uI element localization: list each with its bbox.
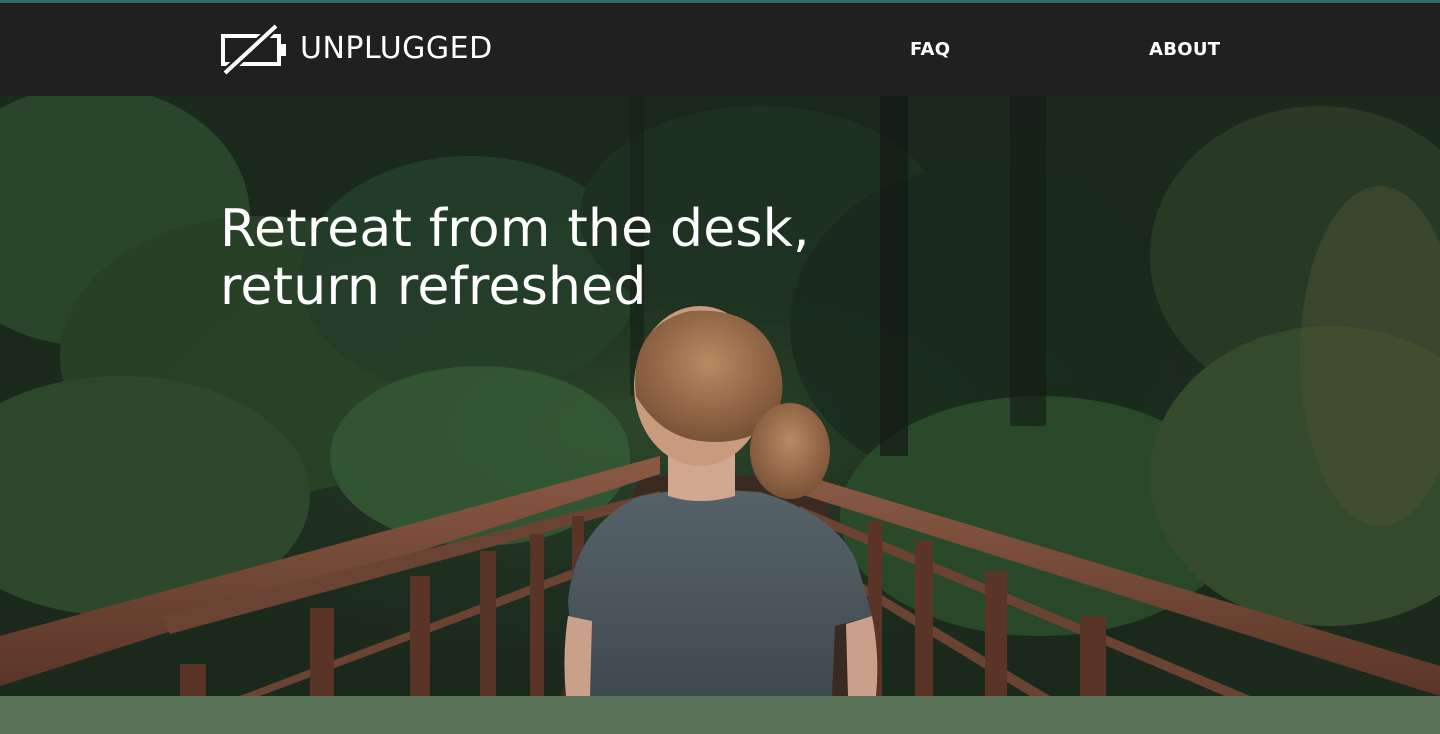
brand-logo[interactable]: UNPLUGGED — [220, 23, 493, 75]
site-header: UNPLUGGED FAQ ABOUT — [0, 3, 1440, 96]
woman-on-forest-bridge-photo — [0, 96, 1440, 696]
battery-slash-icon — [221, 23, 286, 75]
section-band — [0, 696, 1440, 734]
brand-name: UNPLUGGED — [300, 31, 493, 66]
hero-headline-line-2: return refreshed — [220, 257, 647, 317]
nav-faq-link[interactable]: FAQ — [910, 39, 950, 60]
hero-section: Retreat from the desk, return refreshed — [0, 96, 1440, 696]
hero-headline-line-1: Retreat from the desk, — [220, 199, 810, 259]
hero-headline: Retreat from the desk, return refreshed — [220, 200, 810, 316]
nav-about-link[interactable]: ABOUT — [1149, 39, 1220, 60]
